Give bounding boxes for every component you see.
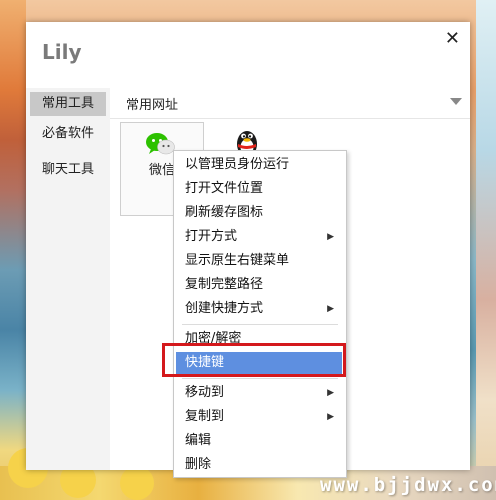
menu-item-open-with[interactable]: 打开方式 ▶ [176,226,342,248]
watermark-text: www.bjjdwx.com [320,474,496,496]
menu-item-copy-full-path[interactable]: 复制完整路径 [176,274,342,296]
menu-item-label: 以管理员身份运行 [185,157,290,172]
category-label: 常用网址 [126,98,179,113]
menu-item-edit[interactable]: 编辑 [176,430,342,452]
submenu-arrow-icon: ▶ [327,388,334,398]
menu-item-label: 复制完整路径 [185,277,264,292]
menu-item-run-as-admin[interactable]: 以管理员身份运行 [176,154,342,176]
sidebar-item-chat-tools[interactable]: 聊天工具 [30,158,106,182]
menu-item-label: 打开文件位置 [185,181,264,196]
category-dropdown[interactable]: 常用网址 [110,90,470,114]
menu-item-label: 刷新缓存图标 [185,205,264,220]
app-title: Lily [42,40,82,64]
menu-separator [182,378,338,379]
menu-separator [182,324,338,325]
sidebar-item-essential-software[interactable]: 必备软件 [30,122,106,146]
menu-item-refresh-icon-cache[interactable]: 刷新缓存图标 [176,202,342,224]
divider [110,118,470,119]
wallpaper-right-strip [476,0,496,500]
menu-item-delete[interactable]: 删除 [176,454,342,476]
menu-item-move-to[interactable]: 移动到 ▶ [176,382,342,404]
context-menu: 以管理员身份运行 打开文件位置 刷新缓存图标 打开方式 ▶ 显示原生右键菜单 复制… [173,150,347,478]
submenu-arrow-icon: ▶ [327,304,334,314]
menu-item-label: 移动到 [185,385,225,400]
menu-item-label: 复制到 [185,409,225,424]
submenu-arrow-icon: ▶ [327,232,334,242]
sidebar: 常用工具 必备软件 聊天工具 [26,88,110,470]
menu-item-open-file-location[interactable]: 打开文件位置 [176,178,342,200]
wechat-icon [146,133,175,155]
sunflower [120,466,154,500]
menu-item-create-shortcut[interactable]: 创建快捷方式 ▶ [176,298,342,320]
menu-item-label: 删除 [185,457,212,472]
menu-item-label: 显示原生右键菜单 [185,253,290,268]
menu-item-show-native-menu[interactable]: 显示原生右键菜单 [176,250,342,272]
chevron-down-icon[interactable] [450,98,462,105]
sidebar-item-common-tools[interactable]: 常用工具 [30,92,106,116]
menu-item-label: 创建快捷方式 [185,301,264,316]
submenu-arrow-icon: ▶ [327,412,334,422]
menu-item-copy-to[interactable]: 复制到 ▶ [176,406,342,428]
wallpaper-left-strip [0,0,26,500]
close-icon[interactable]: ✕ [445,28,460,49]
menu-item-label: 打开方式 [185,229,238,244]
annotation-highlight-box [162,343,346,377]
menu-item-label: 编辑 [185,433,212,448]
